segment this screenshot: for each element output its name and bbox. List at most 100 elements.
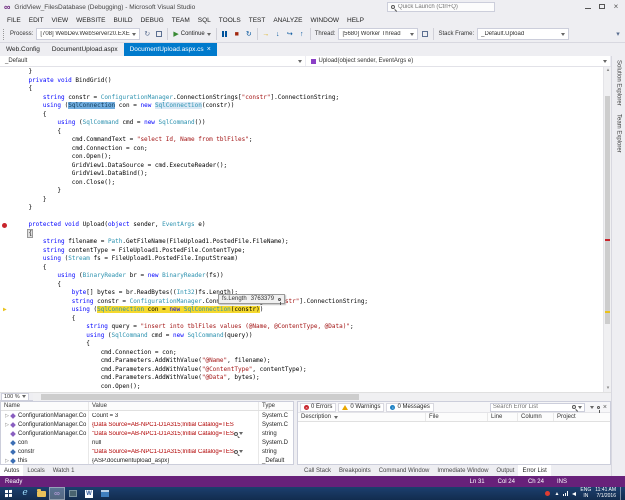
code-line[interactable]: {	[0, 111, 603, 120]
menu-tools[interactable]: TOOLS	[215, 16, 245, 25]
code-line[interactable]: {	[0, 128, 603, 137]
menu-debug[interactable]: DEBUG	[137, 16, 168, 25]
code-line[interactable]: byte[] bytes = br.ReadBytes((Int32)fs.Le…	[0, 289, 603, 298]
member-dropdown[interactable]: Upload(object sender, EventArgs e)	[306, 56, 611, 66]
error-list-body[interactable]	[298, 422, 610, 464]
autos-row-this[interactable]: ▷ this {ASP.documentupload_aspx} _Default	[1, 456, 293, 464]
panel-tab-breakpoints[interactable]: Breakpoints	[335, 465, 375, 476]
pin-icon[interactable]	[596, 405, 600, 413]
internet-explorer-icon[interactable]: e	[17, 487, 33, 500]
doc-tab-documentupload-aspx-cs[interactable]: DocumentUpload.aspx.cs ×	[123, 43, 217, 56]
language-indicator[interactable]: ENG IN	[580, 487, 591, 500]
menu-view[interactable]: VIEW	[48, 16, 73, 25]
stack-frame-dropdown[interactable]: _Default.Upload	[477, 28, 570, 40]
error-list-search-box[interactable]	[489, 402, 585, 412]
process-dropdown[interactable]: [708] WebDev.WebServer20.EXE	[36, 28, 141, 40]
quick-launch-box[interactable]	[387, 2, 495, 12]
error-column-line[interactable]: Line	[488, 413, 518, 421]
quick-launch-input[interactable]	[398, 4, 491, 10]
messages-filter-button[interactable]: i 0 Messages	[386, 402, 434, 412]
autos-row-configurationmanager-co[interactable]: ConfigurationManager.Co "Data Source=AB-N…	[1, 429, 293, 438]
warnings-filter-button[interactable]: 0 Warnings	[338, 402, 385, 412]
datatip[interactable]: fs.Length 3763379	[218, 294, 286, 305]
code-line[interactable]: {	[0, 85, 603, 94]
close-button[interactable]: ×	[609, 1, 623, 12]
code-line[interactable]: }	[0, 68, 603, 77]
toolbar-grip[interactable]	[3, 28, 6, 40]
code-line[interactable]: {	[0, 315, 603, 324]
code-line[interactable]: con.Open();	[0, 153, 603, 162]
code-line[interactable]: {	[0, 264, 603, 273]
refresh-process-icon[interactable]: ↻	[142, 28, 152, 40]
error-column-column[interactable]: Column	[518, 413, 554, 421]
restart-icon[interactable]: ↻	[244, 28, 254, 40]
visualizer-dropdown-icon[interactable]	[239, 450, 243, 453]
visual-studio-icon[interactable]: ∞	[49, 487, 65, 500]
code-line[interactable]: con.Close();	[0, 179, 603, 188]
error-column-project[interactable]: Project	[554, 413, 610, 421]
menu-test[interactable]: TEST	[245, 16, 270, 25]
word-icon[interactable]: W	[81, 487, 97, 500]
doc-tab-web-config[interactable]: Web.Config	[0, 43, 46, 56]
error-column-description[interactable]: Description	[298, 413, 426, 421]
panel-tab-autos[interactable]: Autos	[0, 465, 24, 476]
close-tab-icon[interactable]: ×	[207, 46, 211, 53]
code-line[interactable]: cmd.Connection = con;	[0, 349, 603, 358]
autos-column-type[interactable]: Type	[259, 402, 293, 410]
scroll-up-icon[interactable]: ▴	[604, 67, 611, 74]
step-out-icon[interactable]: ↑	[297, 28, 307, 40]
recording-icon[interactable]	[545, 491, 551, 496]
tray-expand-icon[interactable]: ▲	[554, 491, 559, 497]
autos-row-configurationmanager-co[interactable]: ▷ ConfigurationManager.Co {Data Source=AB-…	[1, 420, 293, 429]
horizontal-scrollbar[interactable]	[32, 392, 611, 401]
type-dropdown[interactable]: _Default	[0, 56, 306, 66]
start-button[interactable]	[0, 487, 17, 500]
panel-tab-locals[interactable]: Locals	[23, 465, 48, 476]
code-line[interactable]: string contentType = FileUpload1.PostedF…	[0, 247, 603, 256]
step-over-icon[interactable]: ↪	[285, 28, 295, 40]
code-line[interactable]: cmd.Parameters.AddWithValue("@Data", byt…	[0, 374, 603, 383]
visualizer-dropdown-icon[interactable]	[239, 432, 243, 435]
code-line[interactable]: using (SqlCommand cmd = new SqlCommand()…	[0, 119, 603, 128]
error-column-file[interactable]: File	[426, 413, 488, 421]
menu-website[interactable]: WEBSITE	[72, 16, 109, 25]
autos-column-name[interactable]: Name	[1, 402, 89, 410]
code-line[interactable]: private void BindGrid()	[0, 77, 603, 86]
autos-row-con[interactable]: con null System.D	[1, 438, 293, 447]
break-all-icon[interactable]	[220, 28, 230, 40]
show-next-statement-icon[interactable]: →	[261, 28, 271, 40]
panel-tab-output[interactable]: Output	[492, 465, 518, 476]
menu-edit[interactable]: EDIT	[25, 16, 48, 25]
code-line[interactable]: }	[0, 204, 603, 213]
menu-team[interactable]: TEAM	[168, 16, 194, 25]
breakpoint-icon[interactable]	[2, 222, 7, 228]
code-line[interactable]: ▶ using (SqlConnection con = new SqlConn…	[0, 306, 603, 315]
code-line[interactable]: cmd.Parameters.AddWithValue("@Name", fil…	[0, 357, 603, 366]
code-line[interactable]: GridView1.DataBind();	[0, 170, 603, 179]
file-explorer-icon[interactable]	[33, 487, 49, 500]
menu-build[interactable]: BUILD	[109, 16, 136, 25]
code-line[interactable]: con.Open();	[0, 383, 603, 392]
title-bar[interactable]: ∞ GridView_FilesDatabase (Debugging) - M…	[0, 0, 625, 14]
pin-icon[interactable]	[278, 297, 282, 305]
sql-tool-icon[interactable]	[97, 487, 113, 500]
code-line[interactable]: }	[0, 196, 603, 205]
vertical-scrollbar-thumb[interactable]	[605, 96, 610, 324]
autos-column-value[interactable]: Value	[89, 402, 259, 410]
doc-tab-documentupload-aspx[interactable]: DocumentUpload.aspx	[46, 43, 124, 56]
panel-tab-watch-1[interactable]: Watch 1	[49, 465, 79, 476]
code-line[interactable]: protected void Upload(object sender, Eve…	[0, 221, 603, 230]
autos-row-configurationmanager-co[interactable]: ▷ ConfigurationManager.Co Count = 3 System.…	[1, 411, 293, 420]
code-line[interactable]: string constr = ConfigurationManager.Con…	[0, 94, 603, 103]
autos-row-constr[interactable]: constr "Data Source=AB-NPC1-D1A315;Initia…	[1, 447, 293, 456]
volume-icon[interactable]	[572, 491, 577, 496]
network-icon[interactable]	[563, 491, 569, 496]
horizontal-scrollbar-thumb[interactable]	[40, 393, 359, 400]
scroll-down-icon[interactable]: ▾	[604, 385, 611, 392]
panel-tab-immediate-window[interactable]: Immediate Window	[433, 465, 492, 476]
attach-process-icon[interactable]	[154, 28, 164, 40]
app-window-icon[interactable]	[65, 487, 81, 500]
panel-tab-command-window[interactable]: Command Window	[375, 465, 434, 476]
code-line[interactable]: using (SqlConnection con = new SqlConnec…	[0, 102, 603, 111]
menu-sql[interactable]: SQL	[194, 16, 215, 25]
